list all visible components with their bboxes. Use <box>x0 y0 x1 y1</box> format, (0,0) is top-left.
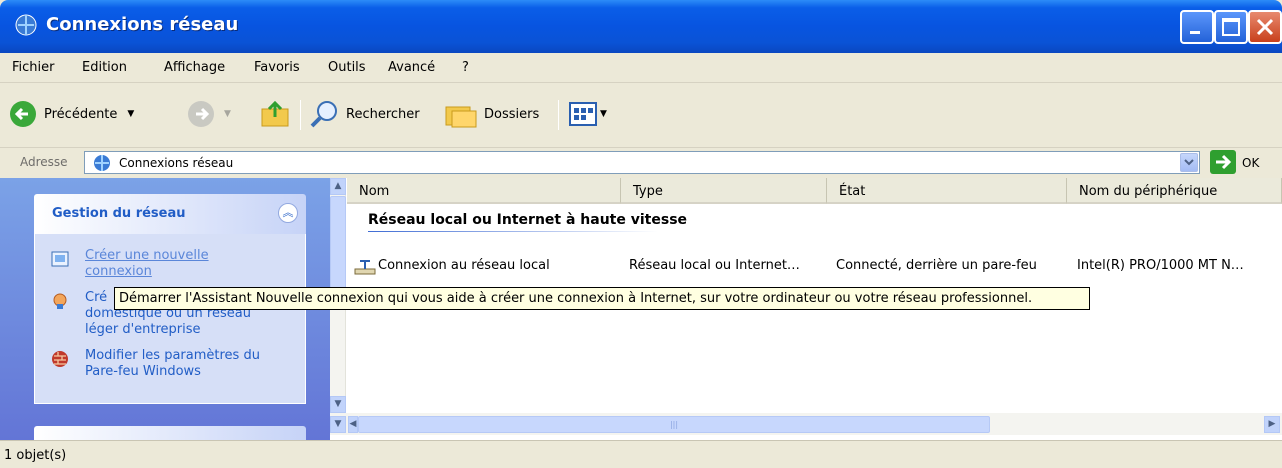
status-text: 1 objet(s) <box>4 448 67 463</box>
network-connections-icon <box>15 14 37 36</box>
address-label: Adresse <box>20 155 68 169</box>
minimize-icon <box>1190 31 1200 34</box>
tooltip: Démarrer l'Assistant Nouvelle connexion … <box>114 287 1090 310</box>
chevron-down-icon <box>1184 159 1194 166</box>
folders-icon <box>445 106 477 128</box>
close-icon <box>1256 18 1274 36</box>
status-bar: 1 objet(s) <box>0 440 1282 468</box>
panel-title: Gestion du réseau <box>52 206 186 221</box>
scroll-up-icon[interactable]: ▲ <box>330 178 346 195</box>
menu-bar: Fichier Edition Affichage Favoris Outils… <box>0 53 1282 135</box>
menu-favoris[interactable]: Favoris <box>254 60 300 75</box>
toolbar: Précédente ▼ ▼ Rechercher Dossiers ▼ <box>0 84 1282 148</box>
panel-body: Créer une nouvelle connexion Cré domesti… <box>34 234 306 404</box>
go-button[interactable] <box>1210 150 1236 174</box>
views-icon <box>569 102 597 126</box>
views-dropdown-icon[interactable]: ▼ <box>600 109 607 119</box>
back-label: Précédente <box>44 106 118 122</box>
column-header-peripherique[interactable]: Nom du périphérique <box>1067 178 1282 204</box>
panel-header[interactable]: Gestion du réseau ︽ <box>34 194 306 234</box>
address-dropdown-button[interactable] <box>1180 153 1198 172</box>
maximize-icon <box>1222 18 1240 36</box>
menu-help[interactable]: ? <box>462 60 469 75</box>
home-network-icon <box>53 293 67 309</box>
back-arrow-icon <box>10 101 36 127</box>
collapse-button[interactable]: ︽ <box>278 203 298 223</box>
scroll-down-icon[interactable]: ▼ <box>330 396 346 413</box>
row-type: Réseau local ou Internet… <box>629 258 800 273</box>
task-line: Créer une nouvelle <box>85 248 209 263</box>
scroll-left-icon[interactable]: ◀ <box>348 416 358 433</box>
task-line: connexion <box>85 264 152 279</box>
window-title: Connexions réseau <box>46 14 239 35</box>
scroll-down-icon[interactable]: ▼ <box>330 416 346 433</box>
address-value: Connexions réseau <box>119 156 234 170</box>
row-device: Intel(R) PRO/1000 MT N… <box>1077 258 1244 273</box>
group-divider <box>368 231 658 232</box>
close-button[interactable] <box>1248 10 1282 44</box>
go-label[interactable]: OK <box>1242 156 1259 170</box>
views-button[interactable]: ▼ <box>568 98 607 130</box>
task-create-connection[interactable]: Créer une nouvelle connexion <box>85 248 295 280</box>
row-name: Connexion au réseau local <box>378 258 550 273</box>
search-button[interactable]: Rechercher <box>308 98 420 130</box>
maximize-button[interactable] <box>1214 10 1248 44</box>
chevron-up-icon: ︽ <box>282 206 294 219</box>
address-bar: Adresse Connexions réseau OK <box>0 148 1282 178</box>
task-line: Modifier les paramètres du <box>85 348 260 363</box>
menu-fichier[interactable]: Fichier <box>12 60 55 75</box>
lan-connection-icon <box>354 260 376 275</box>
menu-avance[interactable]: Avancé <box>388 60 435 75</box>
toolbar-separator <box>300 100 301 130</box>
minimize-button[interactable] <box>1180 10 1214 44</box>
horizontal-scrollbar[interactable]: ▼ ◀ ||| ▶ <box>330 413 1282 435</box>
back-dropdown-icon[interactable]: ▼ <box>127 109 134 119</box>
folders-label: Dossiers <box>484 106 540 122</box>
window: Connexions réseau Fichier Edition Affich… <box>0 0 1282 468</box>
task-firewall-settings[interactable]: Modifier les paramètres du Pare-feu Wind… <box>85 348 295 380</box>
up-button[interactable] <box>258 98 292 130</box>
task-line: léger d'entreprise <box>85 322 201 337</box>
folders-button[interactable]: Dossiers <box>444 98 539 130</box>
new-connection-icon <box>51 251 69 267</box>
forward-dropdown-icon[interactable]: ▼ <box>224 109 231 119</box>
menu-affichage[interactable]: Affichage <box>164 60 225 75</box>
firewall-icon <box>52 351 68 367</box>
forward-arrow-icon <box>188 101 214 127</box>
column-header-type[interactable]: Type <box>621 178 827 204</box>
network-connections-icon <box>94 155 110 171</box>
title-bar[interactable]: Connexions réseau <box>0 0 1282 53</box>
back-button[interactable]: Précédente ▼ <box>8 98 134 130</box>
folder-up-icon <box>261 100 289 127</box>
column-header-etat[interactable]: État <box>827 178 1067 204</box>
column-header-nom[interactable]: Nom <box>347 178 621 204</box>
group-title: Réseau local ou Internet à haute vitesse <box>368 212 688 228</box>
row-state: Connecté, derrière un pare-feu <box>836 258 1037 273</box>
toolbar-separator <box>558 100 559 130</box>
forward-button[interactable]: ▼ <box>186 98 231 130</box>
search-icon <box>310 101 337 128</box>
task-line: Pare-feu Windows <box>85 364 201 379</box>
search-label: Rechercher <box>346 106 420 122</box>
scroll-right-icon[interactable]: ▶ <box>1264 416 1280 433</box>
go-arrow-icon <box>1216 154 1232 170</box>
address-input[interactable]: Connexions réseau <box>84 151 1200 174</box>
menu-outils[interactable]: Outils <box>328 60 366 75</box>
menu-edition[interactable]: Edition <box>82 60 127 75</box>
scroll-thumb[interactable]: ||| <box>358 416 990 433</box>
